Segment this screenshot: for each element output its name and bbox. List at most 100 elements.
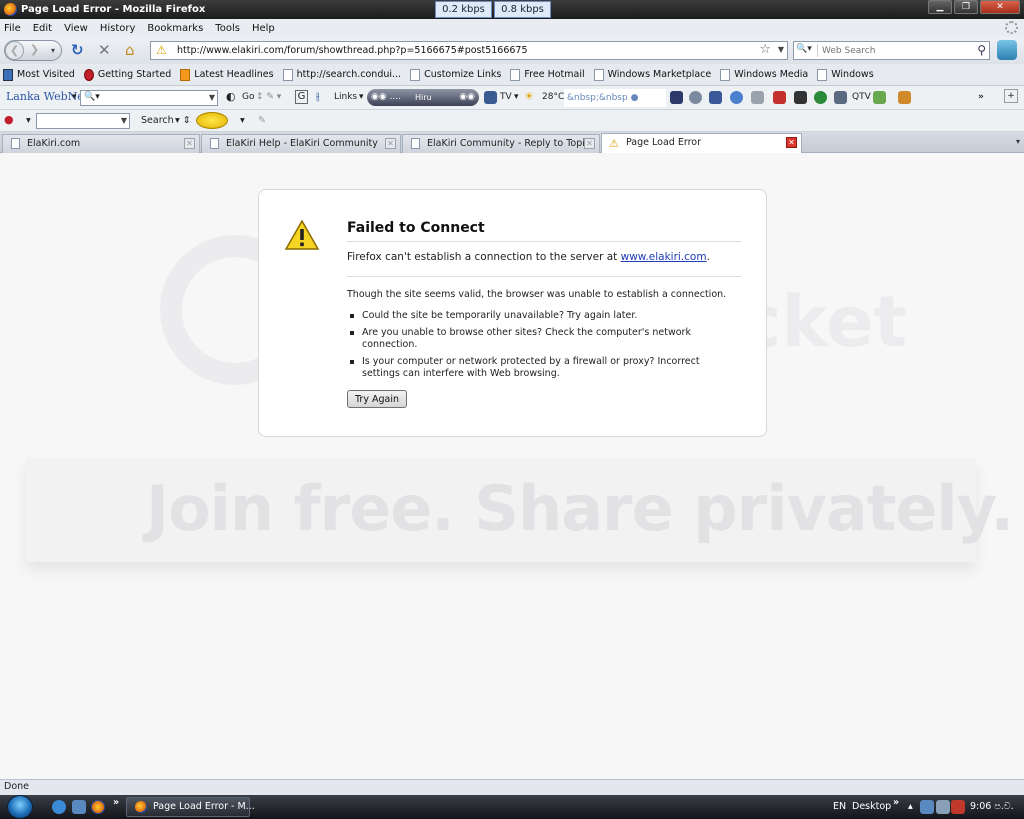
menu-help[interactable]: Help [252,23,275,34]
desktop-toolbar[interactable]: Desktop [852,801,891,812]
highlighter-icon[interactable]: ✎ [258,115,266,126]
tab-page-load-error[interactable]: ⚠ Page Load Error ✕ [601,133,802,154]
bookmark-customize-links[interactable]: Customize Links [410,68,501,81]
bookmark-search-conduit[interactable]: http://search.condui... [282,68,401,81]
play-icon[interactable] [730,91,743,104]
package-icon[interactable] [898,91,911,104]
tab-elakiri-home[interactable]: ElaKiri.com ✕ [2,134,200,153]
back-button[interactable]: ❮ [5,41,24,60]
bookmark-star-icon[interactable]: ☆ [759,42,771,57]
tab-close-icon[interactable]: ✕ [184,138,195,149]
menu-edit[interactable]: Edit [33,23,52,34]
bookmark-most-visited[interactable]: Most Visited [3,68,75,81]
network-icon[interactable] [920,800,934,814]
bookmark-free-hotmail[interactable]: Free Hotmail [510,68,585,81]
taskbar: » Page Load Error - M... EN Desktop » ▴ … [0,795,1024,819]
show-desktop-icon[interactable] [72,800,86,814]
google-icon[interactable]: G [295,90,308,104]
close-window-button[interactable]: ✕ [980,0,1020,14]
menu-bookmarks[interactable]: Bookmarks [147,23,203,34]
tab-elakiri-reply[interactable]: ElaKiri Community - Reply to Topic ✕ [402,134,600,153]
volume-tray-icon[interactable] [936,800,950,814]
addon-icon[interactable] [997,40,1017,60]
history-dropdown-icon[interactable]: ▾ [51,46,55,55]
forward-button[interactable]: ❯ [25,41,44,60]
try-again-button[interactable]: Try Again [347,390,407,408]
clock[interactable]: 9:06 ප.ව. [970,801,1014,812]
tab-elakiri-help[interactable]: ElaKiri Help - ElaKiri Community ✕ [201,134,401,153]
start-button[interactable] [7,795,33,819]
tab-close-icon[interactable]: ✕ [584,138,595,149]
globe-world-icon[interactable] [814,91,827,104]
smiley-icon[interactable] [196,112,228,129]
tray-expand-icon[interactable]: ▴ [908,801,913,812]
url-text[interactable]: http://www.elakiri.com/forum/showthread.… [177,45,528,56]
tab-close-icon[interactable]: ✕ [786,137,797,148]
minimize-button[interactable]: ▁ [928,0,952,14]
ladybug-icon[interactable]: ● [4,113,14,126]
server-link[interactable]: www.elakiri.com [621,251,707,263]
menu-view[interactable]: View [64,23,88,34]
url-dropdown-icon[interactable]: ▼ [778,45,784,54]
player-controls-icon[interactable]: ◉◉ .... [371,89,401,106]
tv-dropdown-icon[interactable]: ▾ [514,92,519,102]
toolbar-search-input[interactable]: ▼ [36,113,130,129]
stop-icon[interactable]: ✕ [98,42,111,59]
gear-icon[interactable] [689,91,702,104]
toolbar-overflow-icon[interactable]: » [978,92,984,102]
all-tabs-dropdown-icon[interactable]: ▾ [1016,137,1020,146]
toolbar-menu-dropdown-icon[interactable]: ▾ [72,92,77,102]
smiley-dropdown-icon[interactable]: ▾ [240,115,245,126]
web-search-box[interactable]: 🔍▾ ⚲ [793,41,990,60]
search-engine-icon[interactable]: 🔍▾ [796,44,818,57]
maximize-button[interactable]: ❐ [954,0,978,14]
menu-tools[interactable]: Tools [215,23,240,34]
toolbar-overflow-icon[interactable]: » [893,797,899,808]
add-icon[interactable]: + [1004,89,1018,103]
links-button[interactable]: Links [334,92,357,102]
bookmark-windows[interactable]: Windows [817,68,874,81]
phone-icon[interactable] [751,91,764,104]
home-icon[interactable]: ⌂ [125,42,135,59]
bookmark-windows-marketplace[interactable]: Windows Marketplace [593,68,711,81]
security-alert-icon[interactable] [951,800,965,814]
search-go-icon[interactable]: ⚲ [977,43,986,57]
language-indicator[interactable]: EN [833,801,846,812]
bookmark-getting-started[interactable]: Getting Started [83,68,171,81]
media-icon[interactable] [670,91,683,104]
address-bar[interactable]: ⚠ http://www.elakiri.com/forum/showthrea… [150,41,788,60]
quicklaunch-overflow-icon[interactable]: » [113,797,119,808]
tab-close-icon[interactable]: ✕ [385,138,396,149]
bookmark-windows-media[interactable]: Windows Media [720,68,808,81]
bookmark-latest-headlines[interactable]: Latest Headlines [180,68,274,81]
person-icon[interactable] [794,91,807,104]
tools-icon[interactable]: ↕ ✎ ▾ [256,92,281,102]
taskbar-firefox-button[interactable]: Page Load Error - M... [126,797,255,817]
radio-player[interactable]: ◉◉ .... Hiru ◉◉ [367,89,479,106]
lanka-search-input[interactable]: 🔍▾ ▼ [80,90,218,106]
toolbar-search-button[interactable]: Search [141,115,174,126]
input-dropdown-icon[interactable]: ▼ [121,116,127,125]
page-icon [282,68,293,81]
go-button[interactable]: Go [242,92,254,102]
volume-icon[interactable]: ◉◉ [459,89,475,106]
qtv-button[interactable]: QTV [852,92,871,102]
facebook-icon[interactable] [709,91,722,104]
ladybug-dropdown-icon[interactable]: ▾ [26,115,31,126]
menu-file[interactable]: File [4,23,21,34]
news-ticker[interactable]: &nbsp;&nbsp ● [564,89,666,107]
tv-set-icon[interactable] [834,91,847,104]
menu-history[interactable]: History [100,23,136,34]
links-dropdown-icon[interactable]: ▾ [359,92,364,102]
search-options-dropdown-icon[interactable]: ▾ ⇕ [175,115,191,126]
tv-icon[interactable] [484,91,497,104]
search-input[interactable] [822,44,967,57]
firefox-quicklaunch-icon[interactable] [91,800,105,814]
youtube-icon[interactable] [773,91,786,104]
internet-explorer-icon[interactable] [52,800,66,814]
reload-icon[interactable]: ↻ [71,42,84,59]
error-suggestions: Could the site be temporarily unavailabl… [347,310,727,385]
search-dropdown-icon[interactable]: ▼ [209,93,215,102]
plugin-icon[interactable] [873,91,886,104]
tv-button[interactable]: TV [500,92,512,102]
